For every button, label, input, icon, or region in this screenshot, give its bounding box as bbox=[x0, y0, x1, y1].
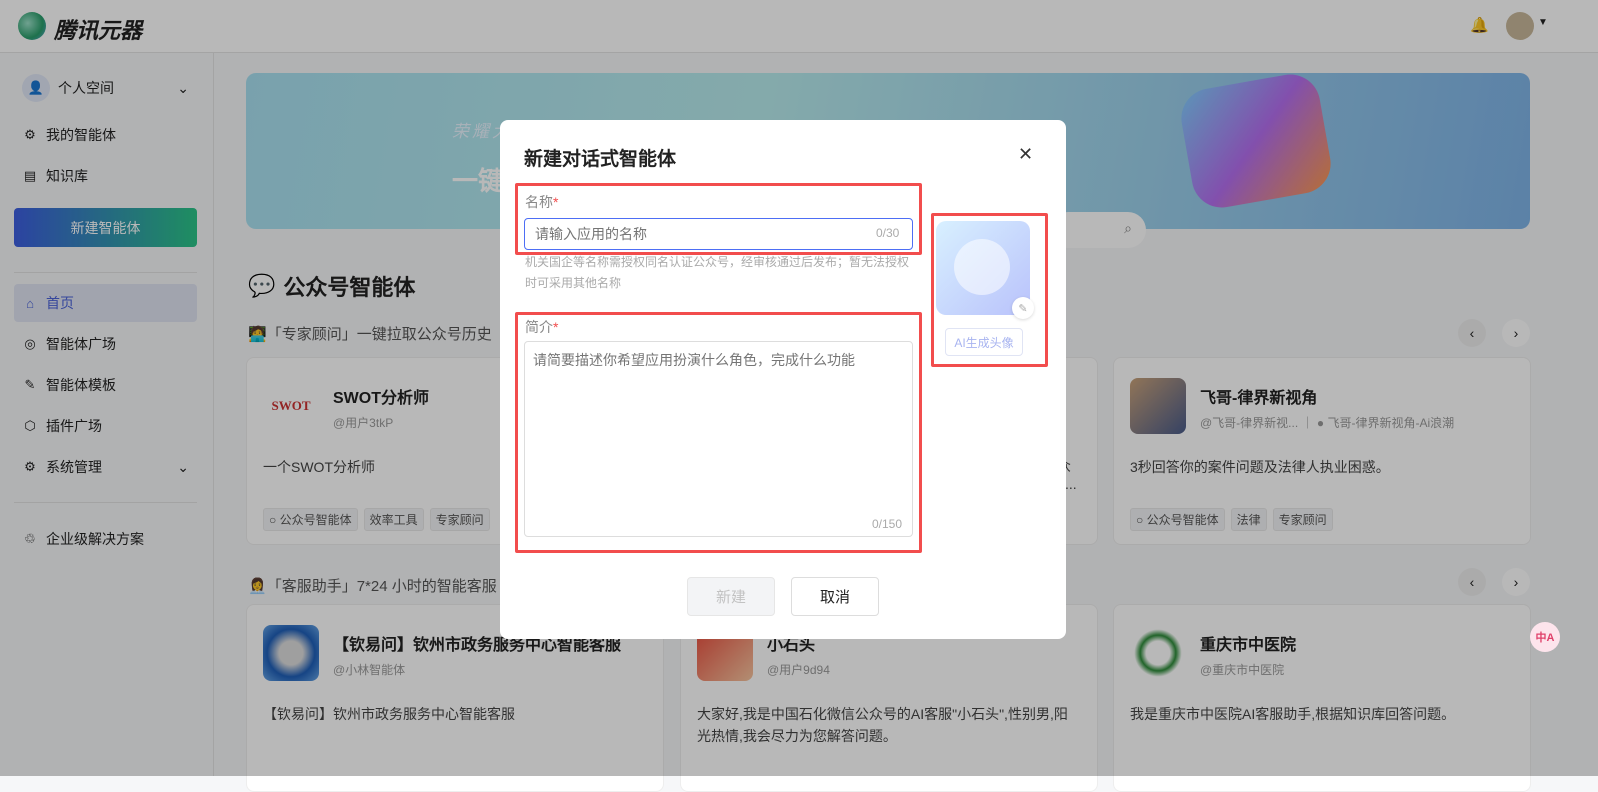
intro-textarea[interactable] bbox=[524, 341, 913, 537]
create-agent-dialog: 新建对话式智能体 ✕ 名称* 0/30 机关国企等名称需授权同名认证公众号，经审… bbox=[500, 120, 1066, 639]
name-char-count: 0/30 bbox=[876, 226, 900, 240]
name-label: 名称* bbox=[525, 194, 559, 210]
dialog-title: 新建对话式智能体 bbox=[524, 149, 677, 170]
name-input[interactable] bbox=[524, 218, 913, 250]
cancel-button[interactable]: 取消 bbox=[791, 577, 879, 616]
agent-avatar-picker[interactable]: ✎ bbox=[936, 221, 1034, 319]
translate-button[interactable]: 中A bbox=[1530, 622, 1560, 652]
intro-label: 简介* bbox=[525, 319, 559, 335]
edit-pencil-icon[interactable]: ✎ bbox=[1012, 297, 1034, 319]
name-hint: 机关国企等名称需授权同名认证公众号，经审核通过后发布；暂无法授权时可采用其他名称 bbox=[525, 255, 910, 290]
close-icon[interactable]: ✕ bbox=[1018, 144, 1033, 165]
ai-generate-avatar-button[interactable]: AI生成头像 bbox=[945, 328, 1023, 356]
create-button[interactable]: 新建 bbox=[687, 577, 775, 616]
intro-char-count: 0/150 bbox=[872, 517, 903, 531]
